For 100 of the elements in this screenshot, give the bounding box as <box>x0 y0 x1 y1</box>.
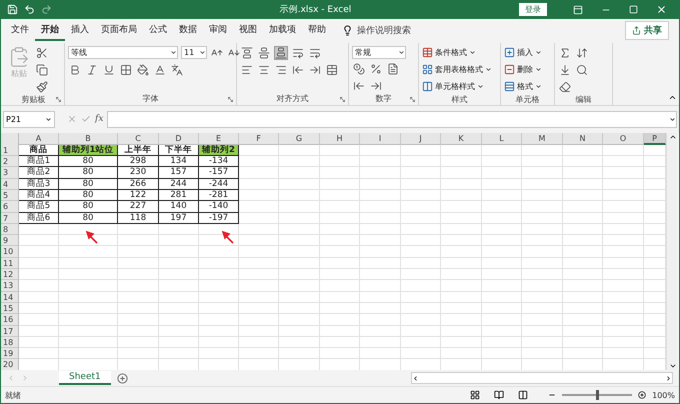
row-header[interactable]: 18 <box>1 336 19 348</box>
launcher-icon[interactable] <box>55 96 62 103</box>
column-header[interactable]: C <box>118 132 159 145</box>
row-header[interactable]: 13 <box>1 280 19 292</box>
percent-icon[interactable] <box>369 62 383 76</box>
italic-icon[interactable] <box>85 62 99 77</box>
eraser-icon[interactable] <box>558 80 572 94</box>
launcher-icon[interactable] <box>227 96 234 103</box>
fill-icon[interactable] <box>558 62 572 77</box>
fill-color-icon[interactable] <box>136 62 150 77</box>
formula-input[interactable] <box>107 110 677 128</box>
lightbulb-icon[interactable] <box>342 25 353 36</box>
zoom-level[interactable]: 100% <box>652 390 675 400</box>
undo-icon[interactable] <box>24 4 35 16</box>
page-break-icon[interactable] <box>518 390 528 400</box>
row-header[interactable]: 4 <box>1 178 19 190</box>
column-header[interactable]: G <box>279 132 320 145</box>
launcher-icon[interactable] <box>409 96 416 103</box>
row-header[interactable]: 3 <box>1 167 19 179</box>
zoom-in-icon[interactable] <box>638 391 646 400</box>
search-icon[interactable] <box>575 62 589 77</box>
scroll-right-icon[interactable] <box>665 374 672 382</box>
horizontal-scrollbar[interactable] <box>411 372 673 384</box>
launcher-icon[interactable] <box>339 96 346 103</box>
row-header[interactable]: 10 <box>1 246 19 258</box>
row-header[interactable]: 12 <box>1 269 19 280</box>
menu-tab[interactable]: 插入 <box>65 20 95 42</box>
select-all-corner[interactable] <box>1 132 19 146</box>
menu-tab[interactable]: 公式 <box>143 20 173 42</box>
underline-icon[interactable] <box>102 62 116 77</box>
row-header[interactable]: 2 <box>1 156 19 168</box>
login-button[interactable]: 登录 <box>518 3 547 16</box>
row-header[interactable]: 8 <box>1 224 19 236</box>
next-sheet-icon[interactable] <box>21 374 29 382</box>
copy-icon[interactable] <box>35 62 49 77</box>
menu-tab[interactable]: 文件 <box>5 20 35 42</box>
vertical-align-icon[interactable] <box>274 46 288 60</box>
borders-icon[interactable] <box>119 62 133 77</box>
cells-menu-button[interactable]: 删除 <box>504 62 542 77</box>
menu-tab[interactable]: 开始 <box>35 20 65 42</box>
add-sheet-icon[interactable] <box>116 372 128 384</box>
column-header[interactable]: I <box>360 132 401 145</box>
column-header[interactable]: M <box>522 132 563 145</box>
vertical-align-icon[interactable] <box>240 46 254 60</box>
row-header[interactable]: 7 <box>1 212 19 224</box>
row-header[interactable]: 1 <box>1 144 19 156</box>
cells-menu-button[interactable]: 格式 <box>504 80 542 94</box>
row-header[interactable]: 17 <box>1 326 19 337</box>
column-header[interactable]: L <box>482 132 522 145</box>
normal-view-icon[interactable] <box>470 390 480 400</box>
menu-tab[interactable]: 加载项 <box>263 20 302 42</box>
row-header[interactable]: 20 <box>1 359 19 370</box>
row-header[interactable]: 16 <box>1 314 19 326</box>
font-size-field[interactable]: 11 <box>181 46 207 60</box>
name-box[interactable]: P21 <box>3 110 55 128</box>
scroll-left-icon[interactable] <box>412 374 419 382</box>
styles-menu-button[interactable]: 单元格样式 <box>422 80 492 94</box>
row-header[interactable]: 11 <box>1 258 19 270</box>
column-header[interactable]: N <box>563 132 603 145</box>
format-painter-icon[interactable] <box>35 80 49 94</box>
row-header[interactable]: 19 <box>1 348 19 360</box>
share-button[interactable]: 共享 <box>625 21 669 40</box>
menu-tab[interactable]: 数据 <box>173 20 203 42</box>
styles-menu-button[interactable]: 套用表格格式 <box>422 62 492 77</box>
sort-filter-icon[interactable] <box>575 46 589 60</box>
font-name-field[interactable]: 等线 <box>68 46 178 60</box>
column-header[interactable]: D <box>159 132 199 145</box>
zoom-slider-thumb[interactable] <box>596 390 599 400</box>
insert-function-button[interactable]: fx <box>95 114 104 124</box>
row-header[interactable]: 14 <box>1 292 19 303</box>
cells-menu-button[interactable]: 插入 <box>504 46 542 60</box>
row-header[interactable]: 6 <box>1 201 19 213</box>
styles-menu-button[interactable]: 条件格式 <box>422 46 492 60</box>
merge-icon[interactable] <box>325 62 339 77</box>
column-header[interactable]: J <box>401 132 441 145</box>
vertical-scrollbar[interactable] <box>666 132 678 370</box>
column-header[interactable]: E <box>199 132 239 145</box>
column-header[interactable]: H <box>320 132 360 145</box>
column-header[interactable]: F <box>239 132 279 145</box>
cancel-icon[interactable] <box>67 114 77 124</box>
previous-sheet-icon[interactable] <box>7 374 15 382</box>
row-header[interactable]: 5 <box>1 190 19 202</box>
menu-tab[interactable]: 视图 <box>233 20 263 42</box>
vertical-align-icon[interactable] <box>257 46 271 60</box>
column-header[interactable]: P <box>644 132 666 145</box>
page-layout-icon[interactable] <box>494 390 504 400</box>
row-header[interactable]: 9 <box>1 235 19 246</box>
number-format-field[interactable]: 常规 <box>352 46 406 59</box>
tell-me-search[interactable]: 操作说明搜索 <box>357 24 411 38</box>
enter-icon[interactable] <box>81 114 91 124</box>
font-color-icon[interactable] <box>153 62 167 77</box>
cut-icon[interactable] <box>35 46 49 60</box>
menu-tab[interactable]: 帮助 <box>302 20 332 42</box>
column-header[interactable]: A <box>19 132 59 145</box>
column-header[interactable]: B <box>59 132 118 145</box>
column-header[interactable]: K <box>441 132 482 145</box>
sheet-tab[interactable]: Sheet1 <box>59 371 111 386</box>
menu-tab[interactable]: 审阅 <box>203 20 233 42</box>
redo-icon[interactable] <box>41 4 52 16</box>
menu-tab[interactable]: 页面布局 <box>95 20 143 42</box>
